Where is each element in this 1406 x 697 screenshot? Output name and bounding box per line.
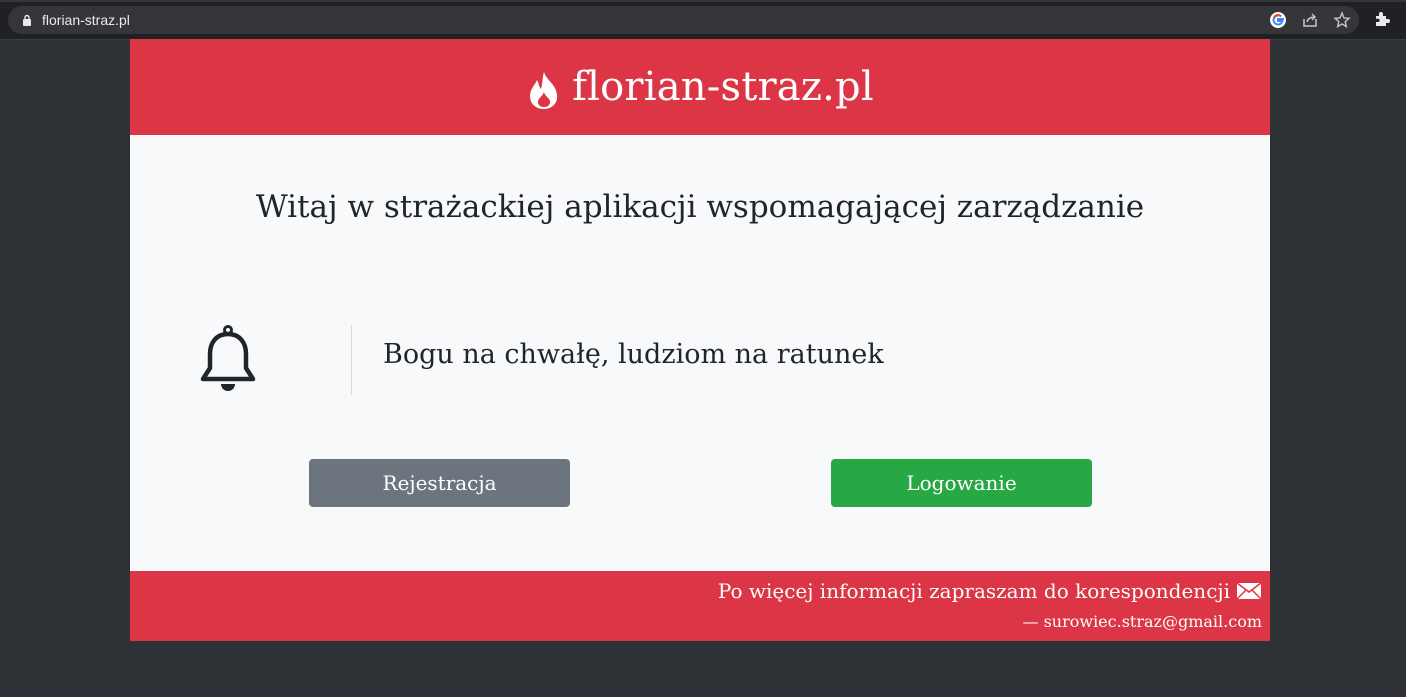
address-bar[interactable]: florian-straz.pl: [8, 6, 1359, 34]
url-text[interactable]: florian-straz.pl: [42, 12, 130, 28]
footer-info-text: Po więcej informacji zapraszam do koresp…: [717, 579, 1230, 603]
motto-text: Bogu na chwałę, ludziom na ratunek: [383, 339, 884, 370]
divider: [351, 325, 352, 395]
bell-icon: [200, 325, 256, 391]
extensions-icon[interactable]: [1373, 10, 1391, 28]
login-button[interactable]: Logowanie: [831, 459, 1092, 507]
landing-card: florian-straz.pl Witaj w strażackiej apl…: [130, 39, 1270, 641]
footer-email[interactable]: — surowiec.straz@gmail.com: [1022, 612, 1262, 631]
browser-toolbar: florian-straz.pl: [0, 0, 1406, 40]
google-icon[interactable]: [1269, 11, 1287, 29]
flame-icon: [530, 72, 558, 109]
welcome-heading: Witaj w strażackiej aplikacji wspomagają…: [255, 189, 1145, 225]
star-icon[interactable]: [1333, 11, 1351, 29]
lock-icon[interactable]: [22, 14, 32, 26]
footer-info-row: Po więcej informacji zapraszam do koresp…: [718, 579, 1262, 603]
envelope-icon: [1236, 582, 1262, 600]
register-button[interactable]: Rejestracja: [309, 459, 570, 507]
tab-strip: [0, 0, 1406, 2]
site-footer: Po więcej informacji zapraszam do koresp…: [130, 571, 1270, 641]
brand-title[interactable]: florian-straz.pl: [572, 64, 874, 110]
share-icon[interactable]: [1301, 11, 1319, 29]
site-header: florian-straz.pl: [130, 39, 1270, 135]
